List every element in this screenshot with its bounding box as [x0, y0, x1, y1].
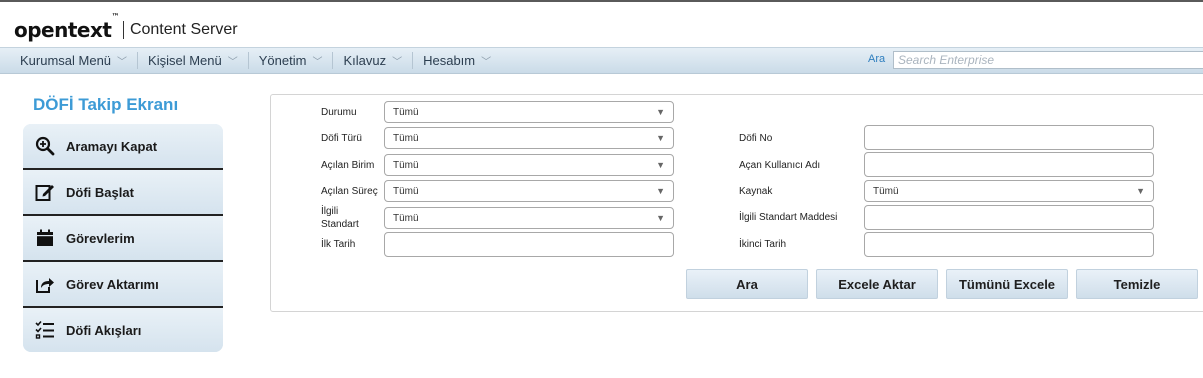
- acan-kullanici-label: Açan Kullanıcı Adı: [739, 160, 821, 171]
- ilk-tarih-input[interactable]: [384, 232, 674, 257]
- acilan-birim-select[interactable]: Tümü ▼: [384, 154, 674, 176]
- sidebar-item-label: Görev Aktarımı: [66, 276, 159, 292]
- chevron-down-icon: ﹀: [312, 57, 323, 68]
- acilan-birim-label: Açılan Birim: [321, 160, 375, 171]
- ara-button[interactable]: Ara: [686, 269, 808, 299]
- ilgili-standart-select[interactable]: Tümü ▼: [384, 207, 674, 229]
- menu-kilavuz[interactable]: Kılavuz ﹀: [333, 52, 414, 69]
- sidebar: Aramayı Kapat Döfi Başlat Görevlerim Gör…: [23, 124, 223, 352]
- chevron-down-icon: ﹀: [392, 57, 403, 68]
- sidebar-item-arama-kapat[interactable]: Aramayı Kapat: [23, 124, 223, 170]
- menu-yonetim[interactable]: Yönetim ﹀: [249, 52, 334, 69]
- chevron-down-icon: ﹀: [481, 57, 492, 68]
- sidebar-item-gorev-aktarimi[interactable]: Görev Aktarımı: [23, 262, 223, 308]
- sidebar-item-label: Aramayı Kapat: [66, 138, 158, 154]
- ilgili-madde-input[interactable]: [864, 205, 1154, 230]
- chevron-down-icon: ﹀: [227, 57, 238, 68]
- dofi-turu-select[interactable]: Tümü ▼: [384, 127, 674, 149]
- ikinci-tarih-label: İkinci Tarih: [739, 239, 787, 250]
- ilgili-standart-label-line1: İlgili: [321, 206, 339, 217]
- sidebar-item-label: Döfi Akışları: [66, 322, 142, 338]
- acan-kullanici-input[interactable]: [864, 152, 1154, 177]
- ilgili-standart-label-line2: Standart: [321, 219, 359, 230]
- search-minus-icon: [34, 135, 56, 157]
- brand-logo[interactable]: opentext™ Content Server: [14, 12, 238, 43]
- excele-aktar-button[interactable]: Excele Aktar: [816, 269, 938, 299]
- acilan-surec-label: Açılan Süreç: [321, 186, 378, 197]
- sidebar-item-gorevlerim[interactable]: Görevlerim: [23, 216, 223, 262]
- dofi-no-label: Döfi No: [739, 133, 773, 144]
- brand-divider: [122, 21, 124, 39]
- dropdown-arrow-icon: ▼: [656, 213, 665, 223]
- durumu-select[interactable]: Tümü ▼: [384, 101, 674, 123]
- share-icon: [34, 273, 56, 295]
- page-title: DÖFİ Takip Ekranı: [33, 95, 179, 114]
- acilan-surec-select[interactable]: Tümü ▼: [384, 180, 674, 202]
- opentext-logo: opentext™: [14, 12, 119, 42]
- menu-kurumsal[interactable]: Kurumsal Menü ﹀: [10, 52, 139, 69]
- temizle-button[interactable]: Temizle: [1076, 269, 1198, 299]
- search-label: Ara: [868, 53, 886, 65]
- search-input[interactable]: Search Enterprise: [893, 51, 1203, 69]
- kaynak-label: Kaynak: [739, 186, 773, 197]
- menu-bar: Kurumsal Menü ﹀ Kişisel Menü ﹀ Yönetim ﹀ Kı…: [0, 47, 1203, 74]
- dropdown-arrow-icon: ▼: [656, 133, 665, 143]
- ikinci-tarih-input[interactable]: [864, 232, 1154, 257]
- ilgili-madde-label: İlgili Standart Maddesi: [739, 212, 838, 223]
- dropdown-arrow-icon: ▼: [656, 186, 665, 196]
- dropdown-arrow-icon: ▼: [1136, 186, 1145, 196]
- sidebar-item-dofi-baslat[interactable]: Döfi Başlat: [23, 170, 223, 216]
- dropdown-arrow-icon: ▼: [656, 160, 665, 170]
- chevron-down-icon: ﹀: [117, 57, 128, 68]
- sidebar-item-dofi-akislari[interactable]: Döfi Akışları: [23, 308, 223, 352]
- list-check-icon: [34, 319, 56, 341]
- kaynak-select[interactable]: Tümü ▼: [864, 180, 1154, 202]
- top-border: [0, 0, 1203, 2]
- dofi-turu-label: Döfi Türü: [321, 133, 362, 144]
- durumu-label: Durumu: [321, 107, 357, 118]
- main-menu: Kurumsal Menü ﹀ Kişisel Menü ﹀ Yönetim ﹀ Kı…: [10, 48, 501, 73]
- dropdown-arrow-icon: ▼: [656, 107, 665, 117]
- ilk-tarih-label: İlk Tarih: [321, 239, 356, 250]
- product-name: Content Server: [129, 21, 238, 38]
- menu-hesabim[interactable]: Hesabım ﹀: [413, 52, 501, 69]
- sidebar-item-label: Döfi Başlat: [66, 184, 134, 200]
- menu-kisisel[interactable]: Kişisel Menü ﹀: [138, 52, 249, 69]
- tumunu-excele-button[interactable]: Tümünü Excele: [946, 269, 1068, 299]
- sidebar-item-label: Görevlerim: [66, 230, 135, 246]
- calendar-icon: [34, 227, 56, 249]
- edit-icon: [34, 181, 56, 203]
- dofi-no-input[interactable]: [864, 125, 1154, 150]
